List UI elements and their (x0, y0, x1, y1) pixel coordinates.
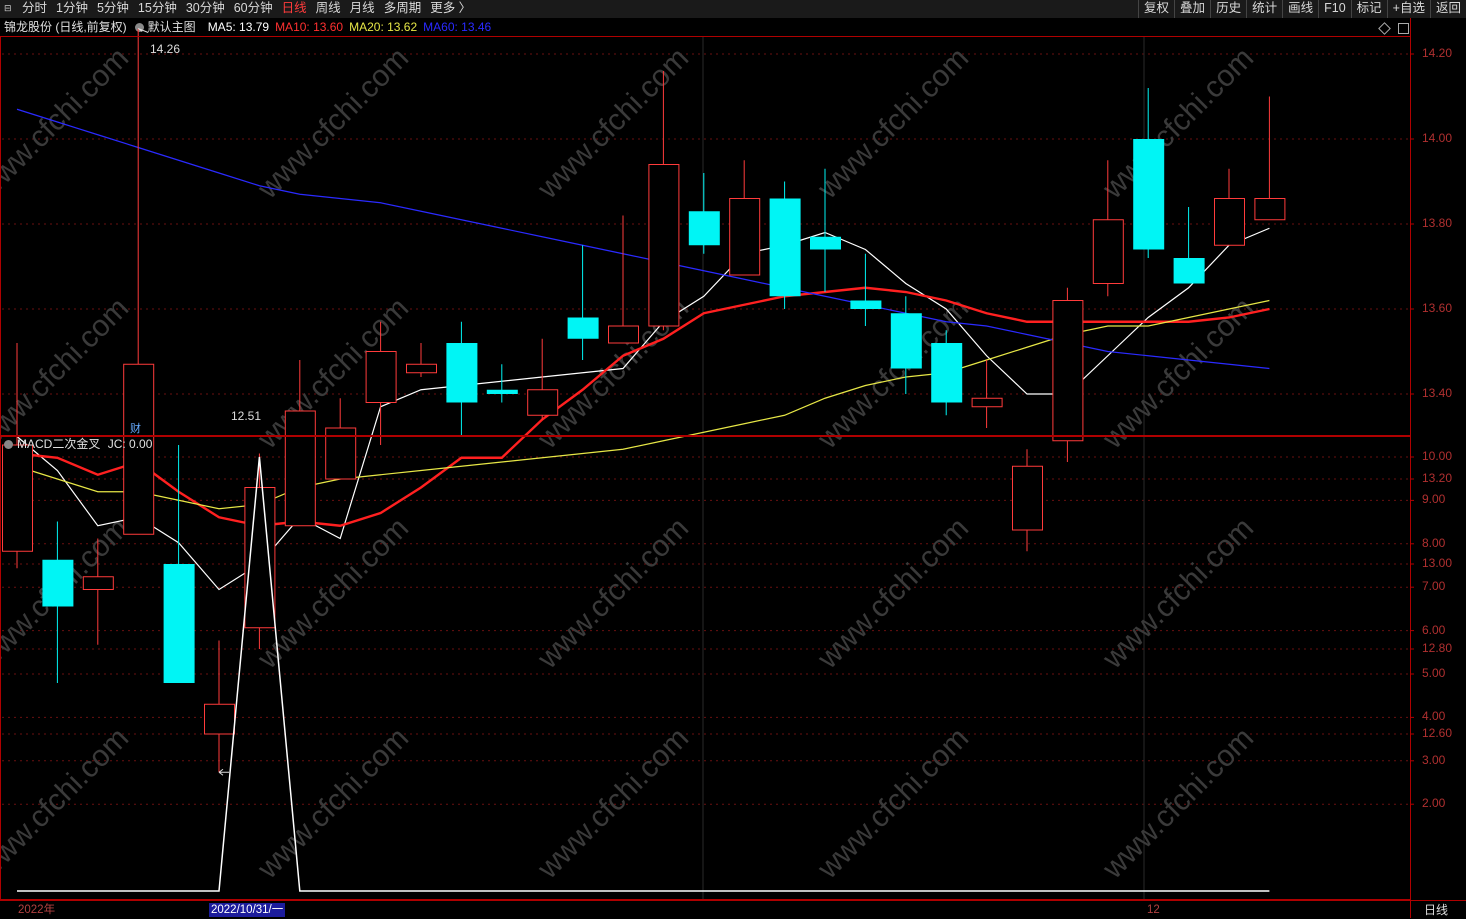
candle-up (1254, 198, 1286, 221)
indicator-axis-label: 2.00 (1422, 796, 1446, 811)
watermark-text: www.cfchi.com (0, 291, 135, 455)
candle-down (1173, 258, 1205, 284)
watermark-text: www.cfchi.com (811, 721, 975, 885)
candle-down (931, 343, 963, 403)
candle-up (971, 397, 1003, 408)
candle-down (446, 343, 478, 403)
candle-down (810, 236, 841, 250)
price-axis-label: 14.00 (1422, 131, 1453, 145)
candle-up (1012, 465, 1043, 531)
indicator-dropdown-icon[interactable] (4, 440, 13, 449)
candle-down (688, 211, 720, 246)
high-price-label: 14.26 (150, 42, 181, 56)
jc-line (17, 456, 1270, 892)
candle-up (2, 444, 33, 552)
candle-up (729, 198, 761, 276)
watermark-text: www.cfchi.com (811, 511, 975, 675)
indicator-axis-label: 4.00 (1422, 709, 1446, 724)
price-axis-label: 13.80 (1422, 216, 1453, 230)
price-axis-label: 13.00 (1422, 556, 1453, 570)
indicator-infobar: MACD二次金叉 JC: 0.00 (0, 437, 152, 451)
watermark-text: www.cfchi.com (251, 511, 415, 675)
candle-up (1092, 219, 1124, 284)
watermark-text: www.cfchi.com (1096, 41, 1260, 205)
candle-down (890, 313, 922, 369)
price-axis-label: 12.60 (1422, 726, 1453, 740)
indicator-panel-frame (0, 436, 1411, 900)
indicator-axis-label: 5.00 (1422, 666, 1446, 680)
candle-down (42, 559, 74, 607)
kline-chart[interactable]: www.cfchi.com www.cfchi.com www.cfchi.com w… (0, 0, 1466, 919)
indicator-axis-label: 8.00 (1422, 535, 1446, 550)
cursor-date: 2022/10/31/一 (209, 903, 286, 917)
candle-up (608, 325, 639, 344)
jc-value: JC: 0.00 (107, 437, 153, 451)
price-axis-label: 13.40 (1422, 386, 1453, 400)
candle-down (567, 317, 599, 339)
candle-up (648, 164, 680, 327)
candle-down (1133, 139, 1165, 250)
period-label: 日线 (1424, 903, 1449, 917)
candle-up (1214, 198, 1245, 246)
candle-up (284, 410, 316, 527)
price-axis-label: 13.60 (1422, 301, 1453, 315)
month-label: 12 (1147, 904, 1160, 916)
watermark-text: www.cfchi.com (0, 721, 135, 885)
indicator-axis-label: 6.00 (1422, 622, 1446, 637)
low-arrow-icon (218, 768, 229, 776)
watermark-text: www.cfchi.com (531, 511, 695, 675)
candle-down (486, 389, 518, 394)
candle-up (1052, 300, 1084, 442)
watermark-text: www.cfchi.com (531, 721, 695, 885)
high-arrow-icon (137, 28, 149, 33)
low-price-label: 12.51 (231, 409, 262, 423)
candle-up (204, 703, 235, 735)
candle-up (527, 389, 559, 416)
watermark-text: www.cfchi.com (0, 41, 135, 205)
candle-down (769, 198, 801, 297)
indicator-axis-label: 3.00 (1422, 752, 1446, 767)
candle-up (82, 576, 114, 590)
watermark-text: www.cfchi.com (251, 721, 415, 885)
watermark-text: www.cfchi.com (811, 41, 975, 205)
price-axis-label: 14.20 (1422, 46, 1453, 60)
finance-event-marker[interactable]: 财 (130, 420, 141, 436)
year-label: 2022年 (18, 904, 56, 916)
watermark-text: www.cfchi.com (1096, 511, 1260, 675)
price-axis-label: 12.80 (1422, 641, 1453, 655)
indicator-axis-label: 7.00 (1422, 579, 1446, 594)
watermark-text: www.cfchi.com (1096, 721, 1260, 885)
candle-up (365, 351, 397, 403)
price-axis-label: 13.20 (1422, 471, 1453, 485)
candle-down (850, 300, 882, 309)
candle-down (163, 564, 195, 683)
indicator-axis-label: 9.00 (1422, 492, 1446, 507)
indicator-name: MACD二次金叉 (17, 437, 101, 451)
watermark-text: www.cfchi.com (251, 41, 415, 205)
indicator-axis-label: 10.00 (1422, 449, 1453, 463)
candle-up (406, 363, 437, 374)
